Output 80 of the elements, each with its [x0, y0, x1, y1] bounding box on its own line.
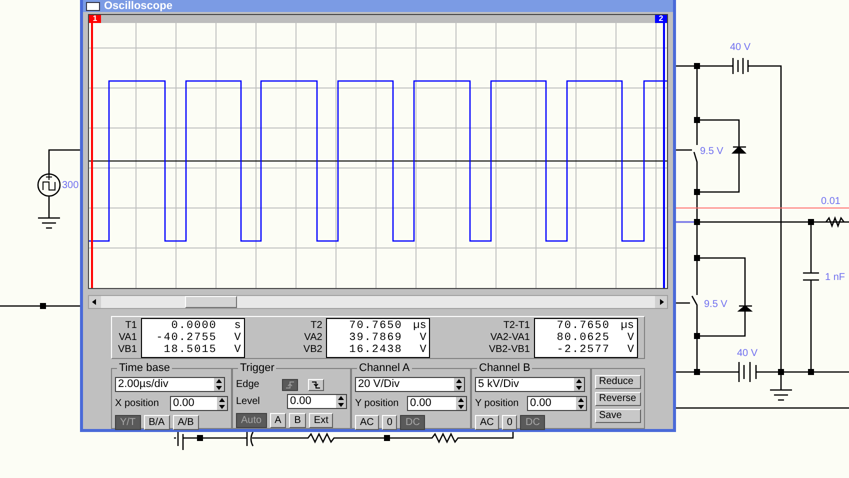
y-position-field[interactable]: 0.00	[407, 396, 467, 411]
component-label: 1 nF	[825, 272, 846, 284]
readout-unit: µs	[620, 320, 634, 332]
cursor-marker[interactable]: 1	[89, 15, 101, 23]
readout-unit: V	[626, 344, 634, 356]
spin-arrows-icon[interactable]	[214, 378, 224, 391]
diode-symbol	[731, 146, 747, 154]
component-label: 40 V	[737, 348, 758, 360]
readout-value: 39.7869	[349, 332, 402, 344]
diode-symbol	[737, 305, 753, 312]
component-label: 40 V	[730, 42, 751, 54]
readout-unit: s	[233, 320, 241, 332]
falling-edge-button[interactable]	[308, 378, 324, 390]
y-position-field[interactable]: 0.00	[527, 396, 587, 411]
scroll-bar[interactable]	[88, 295, 668, 309]
mode-button[interactable]: A	[270, 413, 286, 428]
readout-label: VA1	[118, 332, 137, 344]
edge-icon	[285, 380, 295, 388]
mode-button[interactable]: B/A	[144, 415, 170, 430]
readout-value: 0.0000	[171, 320, 217, 332]
mode-button[interactable]: A/B	[172, 415, 199, 430]
readout-unit: V	[233, 332, 241, 344]
readout-label: VB2-VB1	[488, 344, 530, 356]
readout-label: VA2-VA1	[490, 332, 530, 344]
field-label: Level	[236, 395, 260, 409]
field-label: Edge	[236, 378, 260, 392]
x-position-field[interactable]: 0.00	[170, 396, 228, 411]
readout-value: 80.0625	[556, 332, 610, 344]
mode-button[interactable]: Ext	[308, 413, 334, 428]
readout-label: T2	[310, 320, 322, 332]
readout-label: T1	[125, 320, 137, 332]
readout-label: VB1	[118, 344, 137, 356]
mode-button[interactable]: 0	[502, 415, 518, 430]
readout-value: 18.5015	[164, 344, 217, 356]
action-button[interactable]: Reverse	[595, 392, 641, 406]
readout-unit: V	[233, 344, 241, 356]
trigger-level-field[interactable]: 0.00	[287, 394, 347, 409]
readout-value: 70.7650	[556, 320, 610, 332]
spin-arrows-icon[interactable]	[217, 397, 227, 410]
scroll-left-icon[interactable]	[89, 296, 101, 308]
time-scale-field[interactable]: 2.00µs/div	[115, 377, 225, 392]
readout-unit: V	[418, 344, 426, 356]
channel-scale-field[interactable]: 5 kV/Div	[475, 377, 585, 392]
mode-button[interactable]: 0	[382, 415, 398, 430]
spin-arrows-icon[interactable]	[336, 395, 346, 408]
readout-value: -40.2755	[156, 332, 217, 344]
scroll-thumb[interactable]	[185, 296, 237, 308]
readout-value: 70.7650	[349, 320, 402, 332]
mode-button[interactable]: B	[289, 413, 306, 428]
readout-value: -2.2577	[556, 344, 610, 356]
readout-unit: V	[418, 332, 426, 344]
component-label: 9.5 V	[700, 146, 724, 158]
field-label: Y position	[355, 397, 399, 411]
group-title: Trigger	[238, 361, 276, 375]
spin-arrows-icon[interactable]	[576, 397, 586, 410]
window-title: Oscilloscope	[104, 0, 172, 12]
scroll-right-icon[interactable]	[655, 296, 667, 308]
spin-arrows-icon[interactable]	[454, 378, 464, 391]
mode-button[interactable]: AC	[355, 415, 379, 430]
edge-icon	[311, 380, 321, 388]
component-label: 300	[62, 180, 79, 192]
rising-edge-button[interactable]	[282, 378, 298, 390]
cursor-marker[interactable]: 2	[655, 15, 667, 23]
channel-scale-field[interactable]: 20 V/Div	[355, 377, 465, 392]
field-label: X position	[115, 397, 159, 411]
action-button[interactable]: Reduce	[595, 374, 641, 388]
readout-unit: µs	[412, 320, 426, 332]
readout-unit: V	[626, 332, 634, 344]
component-label: 0.01	[821, 196, 840, 208]
readout-label: VB2	[303, 344, 322, 356]
readout-label: VA2	[304, 332, 322, 344]
action-button[interactable]: Save	[595, 408, 641, 422]
spin-arrows-icon[interactable]	[574, 378, 584, 391]
mode-button[interactable]: AC	[475, 415, 499, 430]
readout-value: 16.2438	[349, 344, 402, 356]
field-label: Y position	[475, 397, 519, 411]
window-icon	[86, 2, 100, 10]
spin-arrows-icon[interactable]	[456, 397, 466, 410]
component-label: 9.5 V	[704, 299, 728, 311]
readout-label: T2-T1	[503, 320, 530, 332]
